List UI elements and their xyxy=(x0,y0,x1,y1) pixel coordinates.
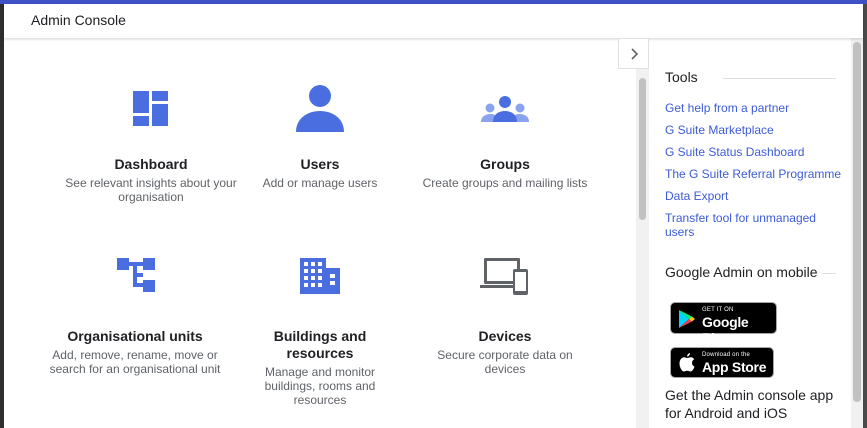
mobile-section-title: Google Admin on mobile xyxy=(665,264,818,280)
app-store-small-text: Download on the xyxy=(702,352,751,358)
apple-icon xyxy=(679,353,695,372)
tools-links: Get help from a partner G Suite Marketpl… xyxy=(665,101,845,247)
app-store-label: App Store xyxy=(702,359,767,375)
building-icon xyxy=(300,258,340,294)
link-referral-programme[interactable]: The G Suite Referral Programme xyxy=(665,167,845,181)
main-scrollbar-thumb[interactable] xyxy=(639,78,646,220)
google-play-icon xyxy=(679,310,695,328)
card-users[interactable]: Users Add or manage users xyxy=(230,84,410,190)
card-description: Manage and monitor buildings, rooms and … xyxy=(264,365,376,407)
card-title: Organisational units xyxy=(67,328,203,344)
google-play-badge[interactable]: GET IT ON Google Play xyxy=(670,302,777,346)
card-dashboard[interactable]: Dashboard See relevant insights about yo… xyxy=(61,84,241,204)
link-marketplace[interactable]: G Suite Marketplace xyxy=(665,123,845,137)
card-description: Add or manage users xyxy=(262,176,378,190)
tools-scrollbar[interactable] xyxy=(851,38,863,428)
card-description: Add, remove, rename, move or search for … xyxy=(49,348,221,376)
card-description: See relevant insights about your organis… xyxy=(65,176,237,204)
card-title: Devices xyxy=(478,328,532,344)
tools-panel: Tools Get help from a partner G Suite Ma… xyxy=(649,38,851,428)
app-title: Admin Console xyxy=(31,12,126,28)
chevron-right-icon xyxy=(630,47,638,60)
main-scrollbar[interactable] xyxy=(636,38,649,428)
link-data-export[interactable]: Data Export xyxy=(665,189,845,203)
right-edge xyxy=(863,4,867,428)
app-store-badge[interactable]: Download on the App Store xyxy=(670,347,774,378)
devices-icon xyxy=(480,258,528,295)
link-partner-help[interactable]: Get help from a partner xyxy=(665,101,845,115)
google-play-small-text: GET IT ON xyxy=(702,307,734,313)
card-description: Create groups and mailing lists xyxy=(422,176,588,190)
org-units-icon xyxy=(117,258,155,292)
divider xyxy=(823,273,836,274)
card-title: Groups xyxy=(480,156,530,172)
mobile-app-description: Get the Admin console app for Android an… xyxy=(665,387,834,421)
card-title: Users xyxy=(300,156,340,172)
card-devices[interactable]: Devices Secure corporate data on devices xyxy=(415,250,595,376)
card-title: Buildings and resources xyxy=(273,328,367,361)
user-icon xyxy=(296,85,344,132)
card-description: Secure corporate data on devices xyxy=(437,348,573,376)
card-org-units[interactable]: Organisational units Add, remove, rename… xyxy=(45,250,225,376)
link-transfer-tool[interactable]: Transfer tool for unmanaged users xyxy=(665,211,845,239)
dashboard-icon xyxy=(133,91,168,126)
card-title: Dashboard xyxy=(114,156,188,172)
main-panel: Dashboard See relevant insights about yo… xyxy=(4,38,636,428)
tools-scrollbar-thumb[interactable] xyxy=(853,42,861,402)
google-play-label: Google Play xyxy=(702,314,749,346)
app-header: Admin Console xyxy=(4,4,863,38)
tools-title: Tools xyxy=(665,69,698,85)
groups-icon xyxy=(481,96,529,122)
card-buildings[interactable]: Buildings and resources Manage and monit… xyxy=(230,250,410,407)
card-groups[interactable]: Groups Create groups and mailing lists xyxy=(415,84,595,190)
link-status-dashboard[interactable]: G Suite Status Dashboard xyxy=(665,145,845,159)
divider xyxy=(723,78,836,79)
collapse-panel-button[interactable] xyxy=(618,38,649,69)
